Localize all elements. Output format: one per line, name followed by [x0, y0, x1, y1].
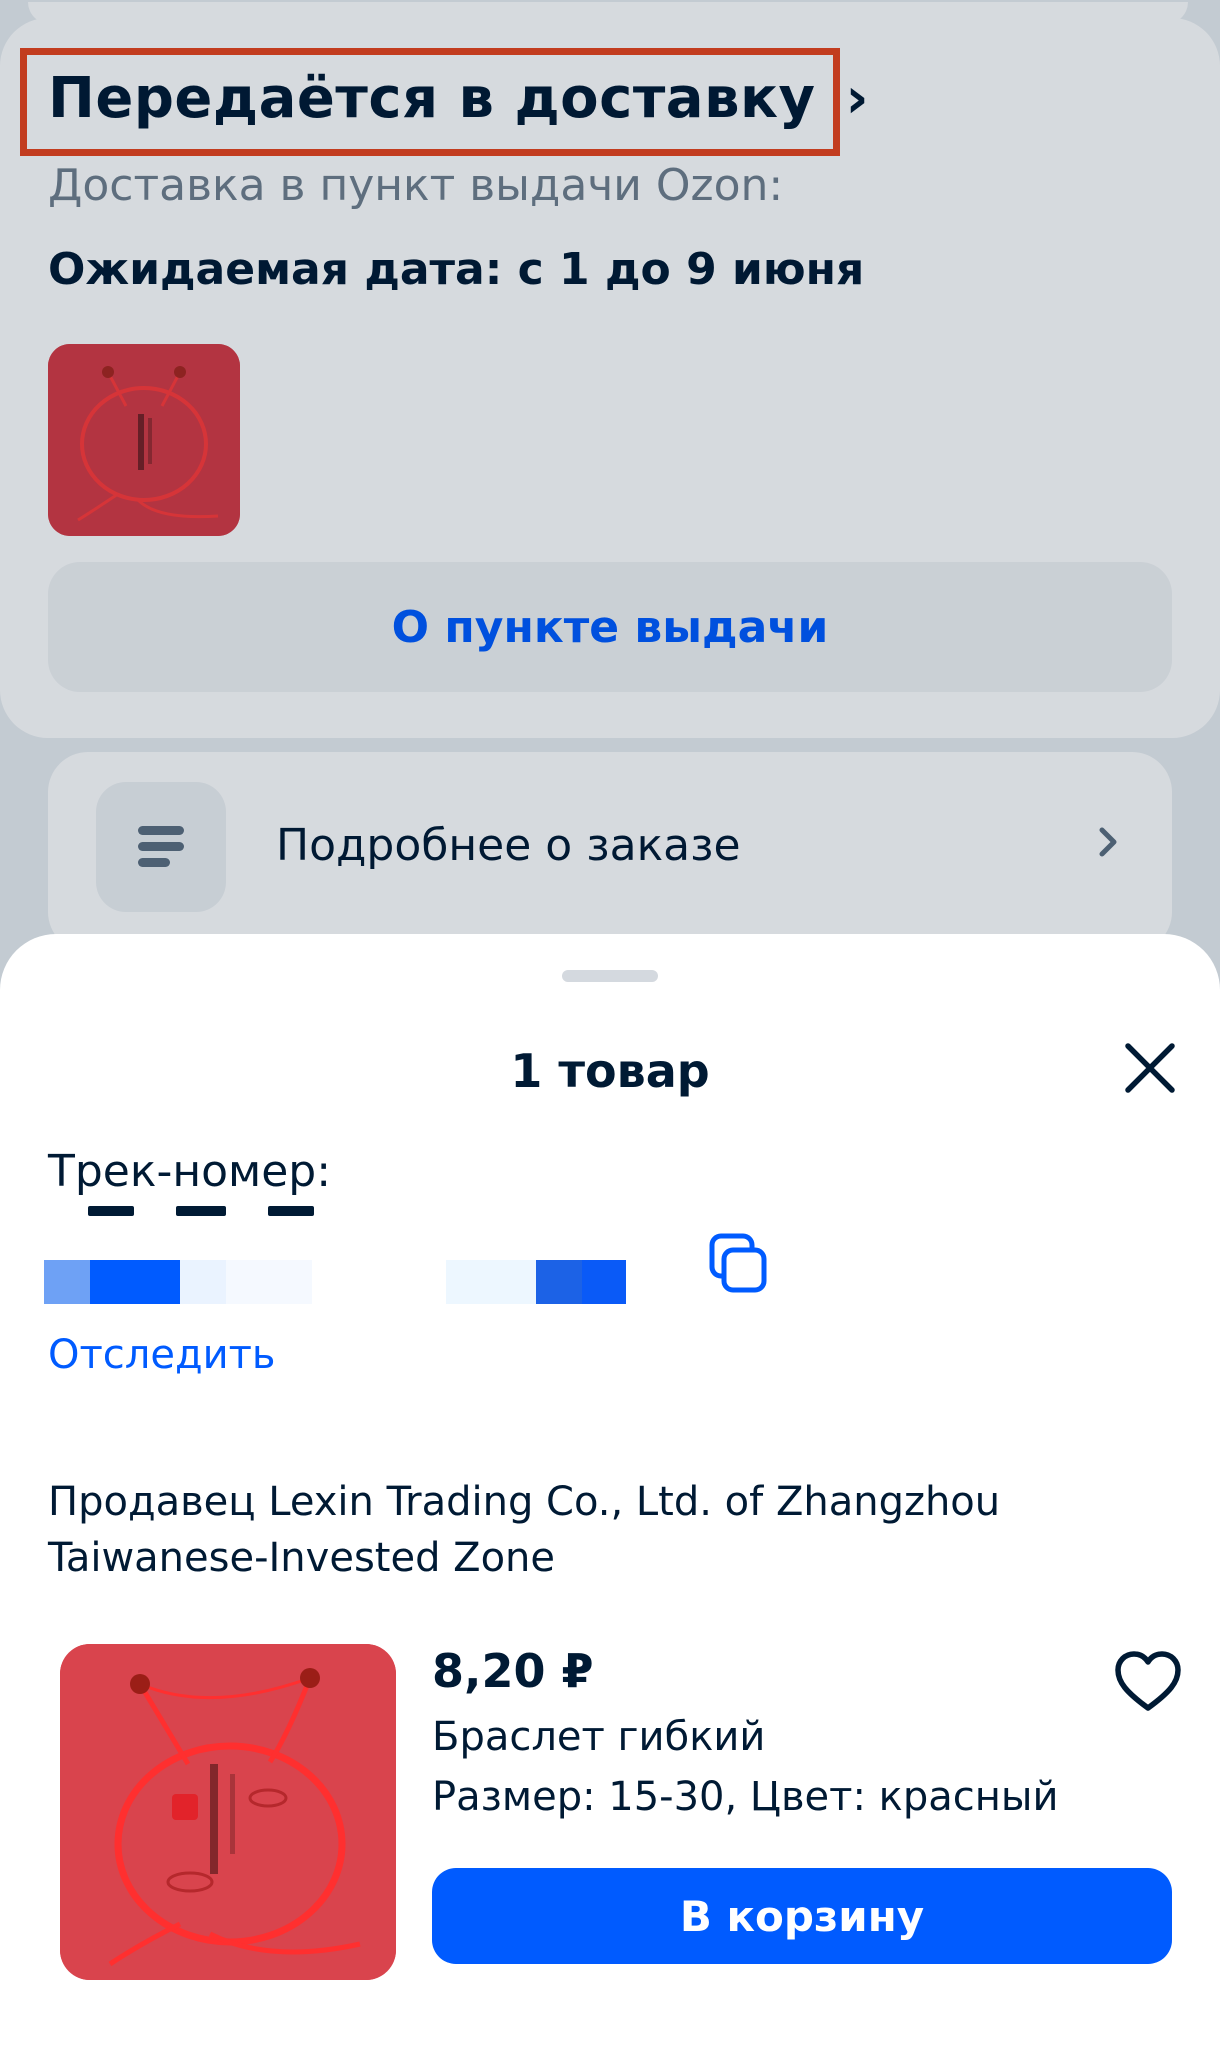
product-name[interactable]: Браслет гибкий	[432, 1714, 765, 1760]
redaction-mark	[268, 1206, 314, 1216]
pixel-block	[90, 1260, 180, 1304]
copy-icon	[709, 1233, 767, 1293]
sheet-grabber[interactable]	[562, 970, 658, 982]
product-attributes: Размер: 15-30, Цвет: красный	[432, 1774, 1059, 1820]
pixel-block	[446, 1260, 536, 1304]
redaction-mark	[176, 1206, 226, 1216]
favorite-button[interactable]	[1112, 1646, 1184, 1718]
track-number-label: Трек-номер:	[48, 1146, 332, 1197]
close-button[interactable]	[1116, 1034, 1184, 1102]
pixel-block	[180, 1260, 226, 1304]
close-icon	[1125, 1043, 1175, 1093]
product-price: 8,20 ₽	[432, 1644, 594, 1698]
seller-name[interactable]: Продавец Lexin Trading Co., Ltd. of Zhan…	[48, 1474, 1128, 1586]
product-image[interactable]	[60, 1644, 396, 1980]
pixel-block	[226, 1260, 312, 1304]
bracelet-image	[60, 1644, 396, 1980]
copy-button[interactable]	[704, 1230, 774, 1300]
pixel-block	[44, 1260, 90, 1304]
redaction-mark	[88, 1206, 134, 1216]
add-to-cart-button[interactable]: В корзину	[432, 1868, 1172, 1964]
heart-icon	[1115, 1651, 1181, 1711]
sheet-title: 1 товар	[510, 1044, 710, 1098]
pixel-block	[582, 1260, 626, 1304]
pixel-block	[536, 1260, 582, 1304]
bottom-sheet: 1 товар Трек-номер: Отследить Продавец L…	[0, 934, 1220, 2064]
track-link[interactable]: Отследить	[48, 1332, 275, 1378]
